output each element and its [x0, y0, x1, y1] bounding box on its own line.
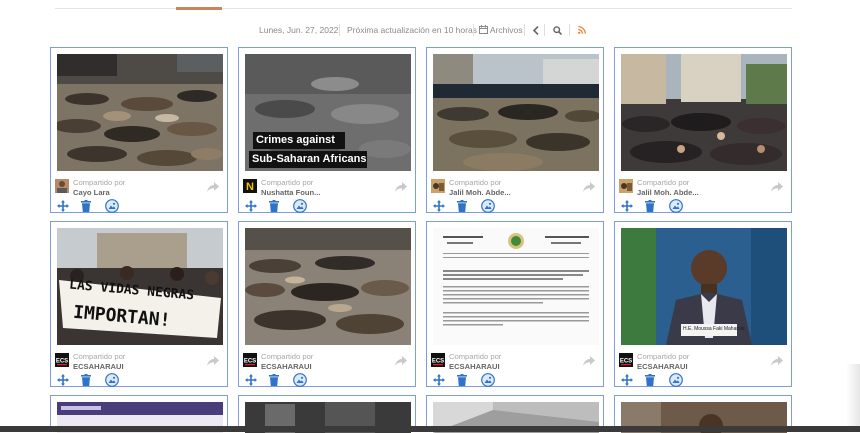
avatar[interactable] — [431, 179, 445, 193]
svg-text:ECS: ECS — [244, 359, 256, 365]
image-search-icon[interactable] — [293, 199, 307, 213]
shared-by-label: Compartido por — [261, 178, 314, 187]
share-icon[interactable] — [395, 356, 407, 366]
card-image[interactable] — [245, 228, 411, 345]
author-name[interactable]: Cayo Lara — [73, 188, 110, 197]
author-name[interactable]: Nushatta Foun... — [261, 188, 320, 197]
bottom-bar — [0, 426, 860, 432]
share-icon[interactable] — [583, 356, 595, 366]
toolbar-separator — [339, 24, 340, 36]
top-divider — [55, 8, 792, 9]
image-search-icon[interactable] — [105, 199, 119, 213]
share-icon[interactable] — [771, 182, 783, 192]
author-name[interactable]: ECSAHARAUI — [637, 362, 688, 371]
author-name[interactable]: ECSAHARAUI — [73, 362, 124, 371]
share-icon[interactable] — [395, 182, 407, 192]
move-icon[interactable] — [621, 374, 633, 386]
image-search-icon[interactable] — [293, 373, 307, 387]
shared-by-label: Compartido por — [637, 178, 690, 187]
toolbar-separator — [544, 24, 545, 36]
avatar[interactable]: ECS — [55, 353, 69, 367]
active-tab-indicator — [176, 7, 222, 10]
search-icon[interactable] — [553, 26, 562, 35]
shared-by-label: Compartido por — [449, 352, 502, 361]
toolbar-separator — [473, 24, 474, 36]
trash-icon[interactable] — [645, 374, 655, 386]
share-icon[interactable] — [207, 356, 219, 366]
feed-card[interactable]: Compartido por Jalil Moh. Abde... — [426, 47, 604, 213]
trash-icon[interactable] — [457, 374, 467, 386]
svg-text:ECS: ECS — [432, 359, 444, 365]
trash-icon[interactable] — [645, 200, 655, 212]
share-icon[interactable] — [583, 182, 595, 192]
image-search-icon[interactable] — [481, 199, 495, 213]
avatar[interactable]: ECS — [243, 353, 257, 367]
toolbar-separator — [524, 24, 525, 36]
move-icon[interactable] — [245, 200, 257, 212]
author-name[interactable]: ECSAHARAUI — [449, 362, 500, 371]
shared-by-label: Compartido por — [637, 352, 690, 361]
avatar[interactable] — [55, 179, 69, 193]
share-icon[interactable] — [207, 182, 219, 192]
avatar[interactable] — [619, 179, 633, 193]
trash-icon[interactable] — [269, 374, 279, 386]
author-name[interactable]: Jalil Moh. Abde... — [637, 188, 699, 197]
toolbar-separator — [569, 24, 570, 36]
archives-label: Archivos — [489, 25, 523, 35]
shared-by-label: Compartido por — [261, 352, 314, 361]
next-update-text: Próxima actualización en 10 horas — [347, 25, 477, 35]
svg-text:ECS: ECS — [56, 359, 68, 365]
svg-text:N: N — [246, 181, 254, 193]
video-caption-line1: Crimes against — [256, 134, 335, 146]
card-image[interactable]: LAS VIDAS NEGRAS IMPORTAN! — [57, 228, 223, 345]
feed-card[interactable]: LAS VIDAS NEGRAS IMPORTAN! ECS Compartid… — [50, 221, 228, 387]
archives-link[interactable]: Archivos — [479, 25, 523, 35]
current-date: Lunes, Jun. 27, 2022 — [259, 25, 339, 35]
card-image[interactable] — [433, 228, 599, 345]
feed-card[interactable]: ECS Compartido por ECSAHARAUI — [426, 221, 604, 387]
trash-icon[interactable] — [457, 200, 467, 212]
card-image[interactable]: Crimes against Sub-Saharan Africans — [245, 54, 411, 171]
trash-icon[interactable] — [269, 200, 279, 212]
card-image[interactable] — [57, 54, 223, 171]
scroll-fade — [846, 364, 860, 426]
feed-card[interactable]: Compartido por Cayo Lara — [50, 47, 228, 213]
feed-card[interactable]: Crimes against Sub-Saharan Africans N Co… — [238, 47, 416, 213]
trash-icon[interactable] — [81, 374, 91, 386]
svg-text:ECS: ECS — [620, 359, 632, 365]
move-icon[interactable] — [433, 200, 445, 212]
image-search-icon[interactable] — [669, 199, 683, 213]
image-search-icon[interactable] — [481, 373, 495, 387]
feed-card[interactable]: Compartido por Jalil Moh. Abde... — [614, 47, 792, 213]
author-name[interactable]: ECSAHARAUI — [261, 362, 312, 371]
image-search-icon[interactable] — [105, 373, 119, 387]
toolbar: Lunes, Jun. 27, 2022 Próxima actualizaci… — [0, 22, 860, 40]
avatar[interactable]: ECS — [619, 353, 633, 367]
move-icon[interactable] — [245, 374, 257, 386]
move-icon[interactable] — [433, 374, 445, 386]
author-name[interactable]: Jalil Moh. Abde... — [449, 188, 511, 197]
card-image[interactable] — [433, 54, 599, 171]
feed-card[interactable]: H.E. Moussa Faki Mahamat ECS Compartido … — [614, 221, 792, 387]
shared-by-label: Compartido por — [73, 352, 126, 361]
card-image[interactable]: H.E. Moussa Faki Mahamat — [621, 228, 787, 345]
nameplate-text: H.E. Moussa Faki Mahamat — [683, 326, 745, 332]
move-icon[interactable] — [57, 374, 69, 386]
trash-icon[interactable] — [81, 200, 91, 212]
avatar[interactable]: ECS — [431, 353, 445, 367]
card-image[interactable] — [621, 54, 787, 171]
share-icon[interactable] — [771, 356, 783, 366]
image-search-icon[interactable] — [669, 373, 683, 387]
avatar[interactable]: N — [243, 179, 257, 193]
move-icon[interactable] — [57, 200, 69, 212]
calendar-icon — [479, 25, 488, 34]
feed-card[interactable]: ECS Compartido por ECSAHARAUI — [238, 221, 416, 387]
chevron-left-icon[interactable] — [533, 26, 539, 35]
shared-by-label: Compartido por — [449, 178, 502, 187]
shared-by-label: Compartido por — [73, 178, 126, 187]
move-icon[interactable] — [621, 200, 633, 212]
video-caption-line2: Sub-Saharan Africans — [252, 153, 367, 165]
rss-icon[interactable] — [578, 26, 586, 34]
